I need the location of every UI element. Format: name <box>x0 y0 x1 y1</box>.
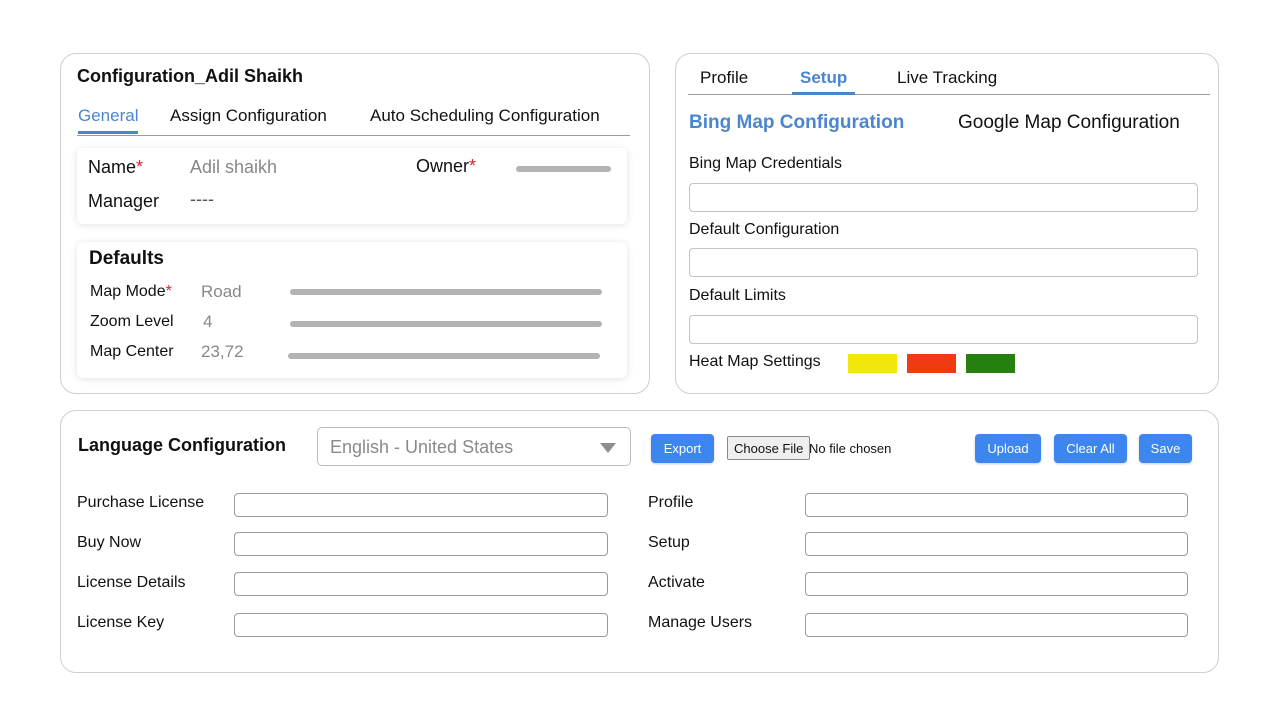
required-mark: * <box>469 156 477 176</box>
tab-setup[interactable]: Setup <box>791 68 856 95</box>
no-file-chosen-text: No file chosen <box>809 441 892 456</box>
default-configuration-label: Default Configuration <box>689 221 840 238</box>
manager-label: Manager <box>88 191 160 211</box>
buy-now-label: Buy Now <box>77 534 142 551</box>
language-configuration-card: Language Configuration English - United … <box>60 410 1219 673</box>
map-center-label: Map Center <box>90 343 174 360</box>
heat-map-settings-label: Heat Map Settings <box>689 353 821 370</box>
zoom-level-value[interactable]: 4 <box>203 312 212 332</box>
chevron-down-icon <box>600 443 616 453</box>
choose-file-button[interactable]: Choose File <box>727 436 811 460</box>
heat-map-color-low[interactable] <box>848 354 897 373</box>
map-center-value[interactable]: 23,72 <box>201 342 244 362</box>
name-label: Name* <box>88 157 144 177</box>
license-key-label: License Key <box>77 614 165 631</box>
configuration-card: Configuration_Adil Shaikh General Assign… <box>60 53 650 394</box>
tab-general[interactable]: General <box>78 106 139 134</box>
zoom-level-label: Zoom Level <box>90 313 174 330</box>
language-select[interactable]: English - United States <box>317 427 631 466</box>
manage-users-label: Manage Users <box>648 614 753 631</box>
export-button[interactable]: Export <box>651 434 714 463</box>
owner-label: Owner* <box>416 156 477 176</box>
license-key-input[interactable] <box>234 613 608 637</box>
profile-label: Profile <box>648 494 694 511</box>
required-mark: * <box>136 157 144 177</box>
tab-live-tracking[interactable]: Live Tracking <box>897 68 997 88</box>
activate-input[interactable] <box>805 572 1188 596</box>
setup-label: Setup <box>648 534 690 551</box>
required-mark: * <box>165 283 172 300</box>
default-limits-label: Default Limits <box>689 287 786 304</box>
defaults-title: Defaults <box>89 248 164 269</box>
map-mode-bar[interactable] <box>290 289 602 295</box>
general-panel: Name* Adil shaikh Owner* Manager ---- <box>77 148 627 224</box>
license-details-input[interactable] <box>234 572 608 596</box>
activate-label: Activate <box>648 574 705 591</box>
save-button[interactable]: Save <box>1139 434 1192 463</box>
setup-tabs: Profile Setup Live Tracking <box>688 66 1210 95</box>
zoom-level-bar[interactable] <box>290 321 602 327</box>
owner-value-placeholder[interactable] <box>516 166 611 172</box>
tab-auto-scheduling-configuration[interactable]: Auto Scheduling Configuration <box>370 106 600 126</box>
bing-map-credentials-label: Bing Map Credentials <box>689 155 842 172</box>
name-value[interactable]: Adil shaikh <box>190 157 277 178</box>
manage-users-input[interactable] <box>805 613 1188 637</box>
configuration-tabs: General Assign Configuration Auto Schedu… <box>77 106 630 136</box>
purchase-license-label: Purchase License <box>77 494 205 511</box>
tab-google-map-configuration[interactable]: Google Map Configuration <box>958 112 1180 134</box>
configuration-title: Configuration_Adil Shaikh <box>77 66 304 86</box>
heat-map-color-high[interactable] <box>907 354 956 373</box>
language-configuration-title: Language Configuration <box>78 435 286 455</box>
tab-profile[interactable]: Profile <box>700 68 748 88</box>
clear-all-button[interactable]: Clear All <box>1054 434 1127 463</box>
heat-map-color-normal[interactable] <box>966 354 1015 373</box>
profile-input[interactable] <box>805 493 1188 517</box>
default-limits-input[interactable] <box>689 315 1198 344</box>
map-mode-label: Map Mode* <box>90 283 172 300</box>
setup-input[interactable] <box>805 532 1188 556</box>
map-mode-value[interactable]: Road <box>201 282 242 302</box>
setup-card: Profile Setup Live Tracking Bing Map Con… <box>675 53 1219 394</box>
tab-assign-configuration[interactable]: Assign Configuration <box>170 106 327 126</box>
buy-now-input[interactable] <box>234 532 608 556</box>
purchase-license-input[interactable] <box>234 493 608 517</box>
manager-value[interactable]: ---- <box>190 189 214 210</box>
bing-map-credentials-input[interactable] <box>689 183 1198 212</box>
defaults-panel: Defaults Map Mode* Road Zoom Level 4 Map… <box>77 242 627 378</box>
upload-button[interactable]: Upload <box>975 434 1041 463</box>
map-center-bar[interactable] <box>288 353 600 359</box>
default-configuration-input[interactable] <box>689 248 1198 277</box>
language-select-value: English - United States <box>330 437 514 457</box>
license-details-label: License Details <box>77 574 186 591</box>
tab-bing-map-configuration[interactable]: Bing Map Configuration <box>689 112 904 134</box>
